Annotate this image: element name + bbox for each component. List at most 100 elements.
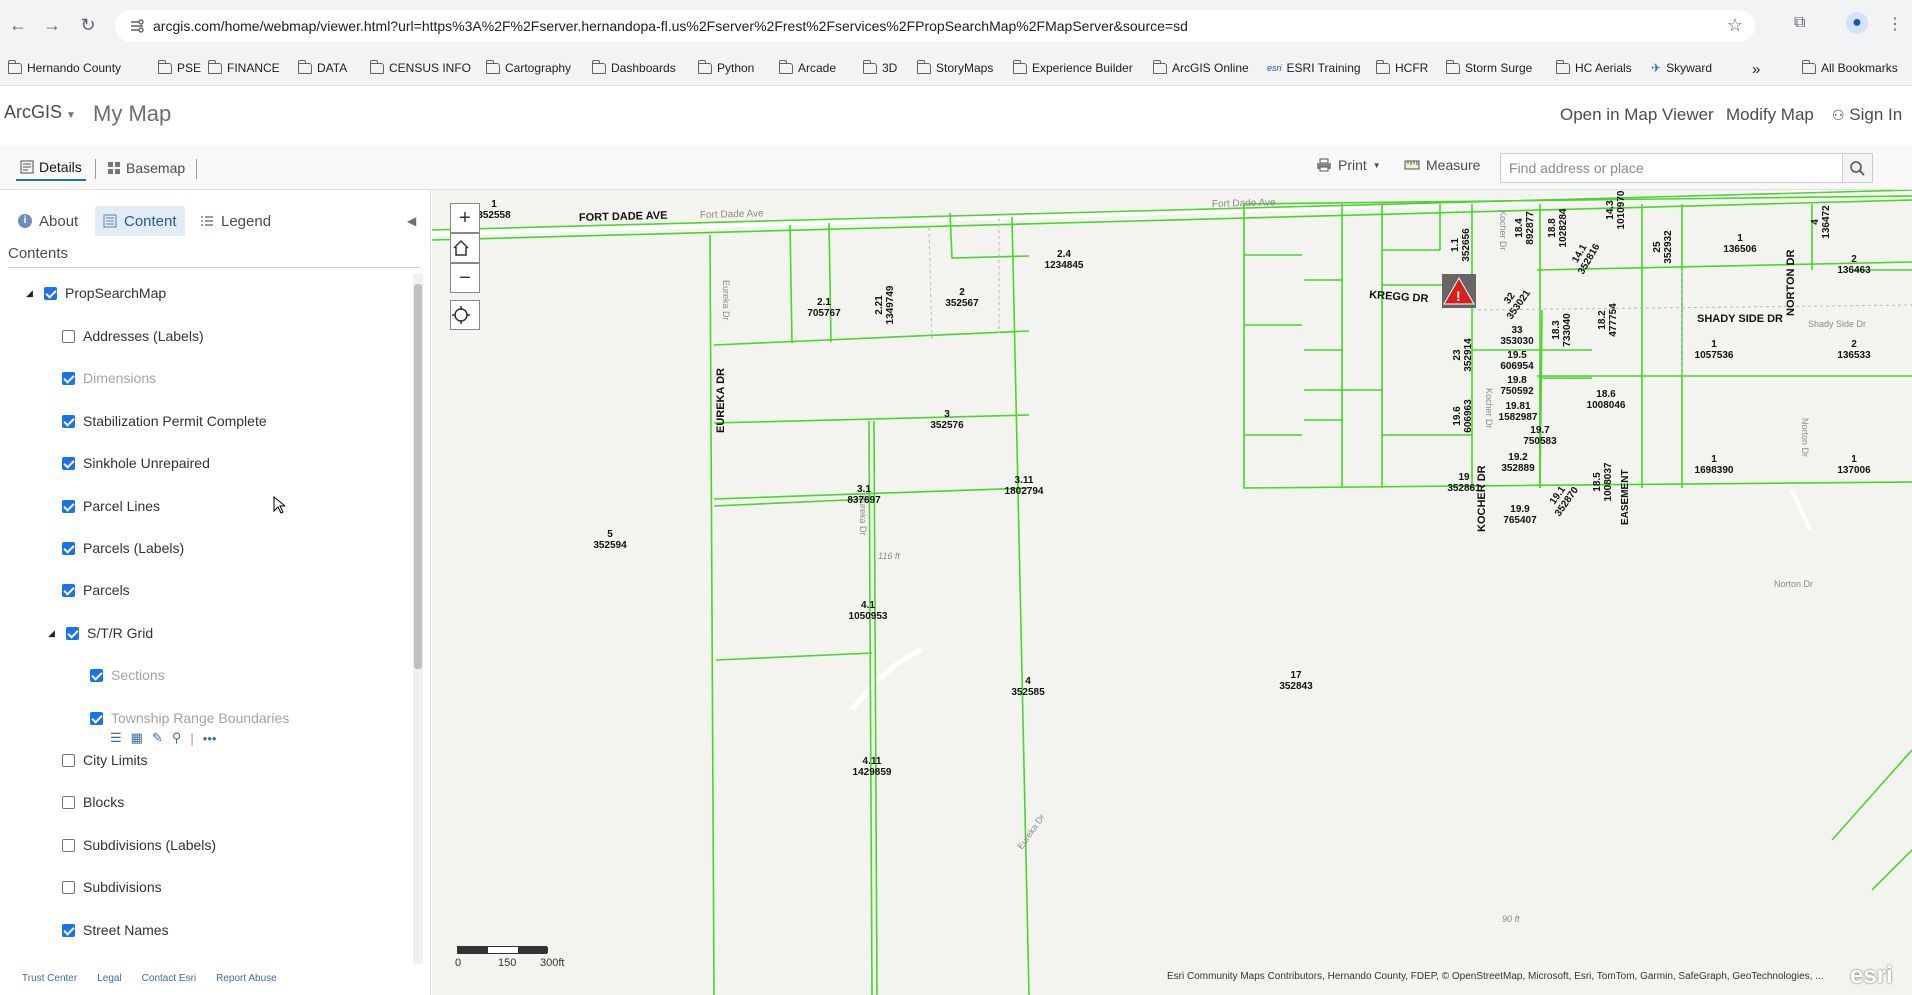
search-button[interactable] [1842, 154, 1872, 182]
layer-checkbox[interactable] [62, 753, 75, 767]
attribute-table-icon[interactable]: ▦ [131, 730, 143, 746]
bookmark-3d[interactable]: 3D [862, 59, 897, 75]
layer-checkbox[interactable] [62, 923, 75, 937]
panel-scrollbar[interactable] [413, 274, 423, 964]
tab-about[interactable]: i About [10, 206, 86, 236]
zoom-out-button[interactable]: − [450, 263, 480, 293]
street-label-kocher-dr: KOCHER DR [1476, 465, 1488, 532]
bookmark-storymaps[interactable]: StoryMaps [916, 59, 993, 75]
reload-icon[interactable]: ↻ [76, 13, 100, 37]
tab-legend[interactable]: Legend [192, 206, 279, 236]
bookmark-experience-builder[interactable]: Experience Builder [1012, 59, 1133, 75]
tab-content[interactable]: Content [95, 206, 185, 236]
bookmark-esri-training[interactable]: esri ESRI Training [1267, 61, 1361, 75]
modify-map-link[interactable]: Modify Map [1726, 105, 1814, 125]
bookmark-dashboards[interactable]: Dashboards [591, 59, 676, 75]
layer-dimensions[interactable]: Dimensions [62, 367, 156, 389]
trust-center-link[interactable]: Trust Center [22, 973, 77, 984]
locate-button[interactable] [450, 300, 480, 330]
bookmark-census-info[interactable]: CENSUS INFO [369, 59, 471, 75]
bookmark-skyward[interactable]: ✈ Skyward [1651, 61, 1712, 75]
bookmarks-overflow-button[interactable]: » [1752, 61, 1760, 78]
layer-checkbox[interactable] [62, 541, 75, 555]
sign-in-link[interactable]: ⚇ Sign In [1832, 105, 1902, 125]
layer-township-range-boundaries[interactable]: Township Range Boundaries [90, 707, 289, 729]
layer-checkbox[interactable] [90, 711, 103, 725]
address-bar[interactable]: arcgis.com/home/webmap/viewer.html?url=h… [115, 10, 1755, 42]
layer-sinkhole-unrepaired[interactable]: Sinkhole Unrepaired [62, 452, 210, 474]
filter-icon[interactable]: ⚲ [172, 730, 182, 746]
map-view[interactable]: FORT DADE AVE Fort Dade Ave Fort Dade Av… [432, 190, 1912, 995]
panel-footer: Trust Center Legal Contact Esri Report A… [22, 973, 277, 984]
bookmark-storm-surge[interactable]: Storm Surge [1445, 59, 1532, 75]
search-input[interactable] [1501, 154, 1841, 182]
browser-menu-icon[interactable]: ⋮ [1887, 14, 1903, 34]
extensions-icon[interactable]: ⧉ [1794, 14, 1805, 32]
bookmark-hernando-county[interactable]: Hernando County [7, 59, 121, 75]
layer-stabilization-permit-complete[interactable]: Stabilization Permit Complete [62, 410, 267, 432]
expand-triangle-icon[interactable]: ◢ [26, 288, 36, 299]
tab-details[interactable]: Details [16, 155, 86, 181]
layer-checkbox[interactable] [62, 880, 75, 894]
more-options-icon[interactable]: ••• [203, 731, 217, 746]
layer-checkbox[interactable] [66, 626, 79, 640]
site-settings-icon[interactable] [129, 18, 145, 34]
profile-avatar[interactable]: ● [1846, 12, 1868, 34]
measure-button[interactable]: Measure [1404, 157, 1480, 173]
layer-parcels-labels[interactable]: Parcels (Labels) [62, 537, 184, 559]
layer-checkbox[interactable] [62, 583, 75, 597]
legal-link[interactable]: Legal [97, 973, 121, 984]
layer-parcel-lines[interactable]: Parcel Lines [62, 495, 160, 517]
contact-esri-link[interactable]: Contact Esri [142, 973, 196, 984]
layer-checkbox[interactable] [62, 795, 75, 809]
forward-icon[interactable]: → [40, 13, 64, 37]
layer-checkbox[interactable] [62, 499, 75, 513]
layer-subdivisions-labels[interactable]: Subdivisions (Labels) [62, 834, 216, 856]
layer-blocks[interactable]: Blocks [62, 791, 124, 813]
layer-addresses-labels[interactable]: Addresses (Labels) [62, 325, 204, 347]
layer-checkbox[interactable] [62, 456, 75, 470]
folder-icon [862, 59, 877, 74]
layer-checkbox[interactable] [62, 838, 75, 852]
bookmark-python[interactable]: Python [697, 59, 754, 75]
layer-tools: ☰ ▦ ✎ ⚲ | ••• [110, 730, 216, 746]
bookmark-finance[interactable]: FINANCE [207, 59, 280, 75]
bookmark-cartography[interactable]: Cartography [485, 59, 571, 75]
layer-list-icon[interactable]: ☰ [110, 730, 122, 746]
bookmark-hc-aerials[interactable]: HC Aerials [1555, 59, 1632, 75]
layer-propsearchmap[interactable]: ◢ PropSearchMap [26, 282, 166, 304]
layer-sections[interactable]: Sections [90, 664, 165, 686]
zoom-in-button[interactable]: + [450, 203, 480, 233]
print-button[interactable]: Print ▼ [1316, 157, 1381, 173]
back-icon[interactable]: ← [6, 13, 30, 37]
parcel-label: 23352914 [1452, 338, 1474, 372]
layer-city-limits[interactable]: City Limits [62, 749, 148, 771]
bookmark-arcgis-online[interactable]: ArcGIS Online [1152, 59, 1249, 75]
layer-checkbox[interactable] [90, 668, 103, 682]
open-in-map-viewer-link[interactable]: Open in Map Viewer [1560, 105, 1714, 125]
layer-street-names[interactable]: Street Names [62, 919, 169, 941]
home-button[interactable] [450, 233, 480, 263]
layer-parcels[interactable]: Parcels [62, 579, 130, 601]
bookmark-data[interactable]: DATA [297, 59, 347, 75]
layer-checkbox[interactable] [44, 286, 57, 300]
bookmark-star-icon[interactable]: ☆ [1727, 15, 1743, 36]
collapse-panel-icon[interactable]: ◀ [407, 214, 416, 228]
tab-basemap[interactable]: Basemap [103, 155, 189, 181]
bookmark-hcfr[interactable]: HCFR [1375, 59, 1428, 75]
bookmark-arcade[interactable]: Arcade [778, 59, 836, 75]
arcgis-brand-menu[interactable]: ArcGIS ▼ [4, 102, 76, 123]
scroll-thumb[interactable] [414, 284, 422, 669]
sinkhole-warning-icon[interactable]: ! [1442, 274, 1476, 308]
bookmark-pse[interactable]: PSE [157, 59, 201, 75]
layer-checkbox[interactable] [62, 329, 75, 343]
change-style-icon[interactable]: ✎ [152, 730, 163, 746]
layer-checkbox[interactable] [62, 371, 75, 385]
map-canvas[interactable]: FORT DADE AVE Fort Dade Ave Fort Dade Av… [432, 190, 1912, 995]
layer-subdivisions[interactable]: Subdivisions [62, 876, 162, 898]
report-abuse-link[interactable]: Report Abuse [216, 973, 277, 984]
expand-triangle-icon[interactable]: ◢ [48, 628, 58, 639]
all-bookmarks-button[interactable]: All Bookmarks [1801, 59, 1898, 75]
layer-str-grid[interactable]: ◢ S/T/R Grid [48, 622, 153, 644]
layer-checkbox[interactable] [62, 414, 75, 428]
